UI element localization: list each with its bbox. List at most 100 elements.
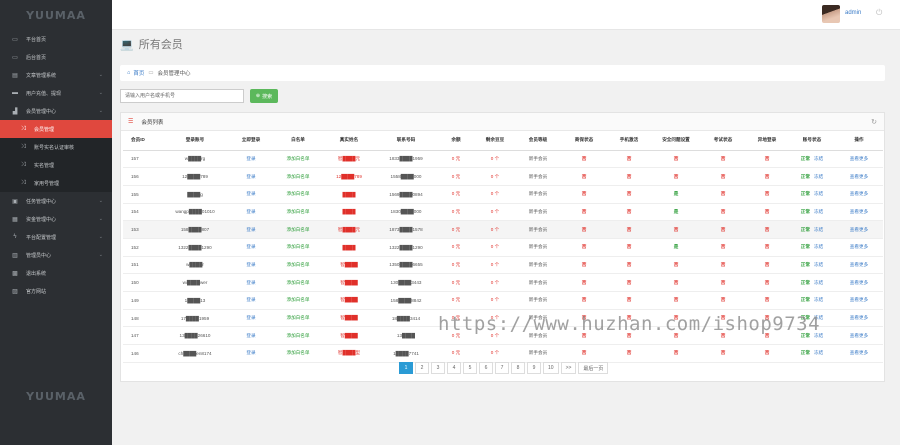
- login-link[interactable]: 登录: [246, 227, 255, 232]
- freeze-link[interactable]: 冻结: [814, 156, 823, 161]
- page-button[interactable]: 9: [527, 362, 541, 374]
- exam-value: 否: [720, 261, 726, 267]
- login-link[interactable]: 登录: [246, 156, 255, 161]
- search-button[interactable]: ⊕ 搜索: [250, 89, 278, 103]
- sidebar-item[interactable]: ▤ 文章管理系统 ⌄: [0, 66, 112, 84]
- login-link[interactable]: 登录: [246, 297, 255, 302]
- view-more-link[interactable]: 查看更多: [850, 227, 868, 232]
- login-link[interactable]: 登录: [246, 209, 255, 214]
- view-more-link[interactable]: 查看更多: [850, 350, 868, 355]
- safe-value: 是: [673, 191, 679, 197]
- sidebar-item[interactable]: ⤨ 实名管理: [0, 156, 112, 174]
- search-input[interactable]: [120, 89, 244, 103]
- page-button[interactable]: 6: [479, 362, 493, 374]
- login-link[interactable]: 登录: [246, 191, 255, 196]
- page-button[interactable]: 8: [511, 362, 525, 374]
- add-whitelist-link[interactable]: 添加白名单: [287, 350, 310, 355]
- cell-mobile: 否: [607, 256, 651, 275]
- cell-balance: 0 元: [437, 150, 475, 169]
- add-whitelist-link[interactable]: 添加白名单: [287, 280, 310, 285]
- refresh-icon[interactable]: ↻: [871, 118, 877, 126]
- freeze-link[interactable]: 冻结: [814, 350, 823, 355]
- view-more-link[interactable]: 查看更多: [850, 209, 868, 214]
- sidebar-item[interactable]: ▭ 后台首页: [0, 48, 112, 66]
- breadcrumb-home-link[interactable]: 首页: [133, 69, 144, 77]
- add-whitelist-link[interactable]: 添加白名单: [287, 262, 310, 267]
- view-more-link[interactable]: 查看更多: [850, 315, 868, 320]
- view-more-link[interactable]: 查看更多: [850, 280, 868, 285]
- login-link[interactable]: 登录: [246, 244, 255, 249]
- sidebar-item[interactable]: ⤨ 账号实名认证审核: [0, 138, 112, 156]
- avatar[interactable]: [822, 5, 840, 23]
- page-button[interactable]: 7: [495, 362, 509, 374]
- sidebar-item[interactable]: ▩ 退出系统: [0, 264, 112, 282]
- cell-white: 添加白名单: [273, 150, 323, 169]
- view-more-link[interactable]: 查看更多: [850, 297, 868, 302]
- freeze-link[interactable]: 冻结: [814, 191, 823, 196]
- add-whitelist-link[interactable]: 添加白名单: [287, 244, 310, 249]
- sidebar-item[interactable]: ▬ 用户充值、提现 ⌄: [0, 84, 112, 102]
- column-header: 异地登录: [745, 131, 789, 151]
- login-link[interactable]: 登录: [246, 315, 255, 320]
- view-more-link[interactable]: 查看更多: [850, 174, 868, 179]
- page-button[interactable]: 3: [431, 362, 445, 374]
- level-value: 新手会员: [528, 173, 548, 179]
- add-whitelist-link[interactable]: 添加白名单: [287, 333, 310, 338]
- cell-exam: 否: [701, 344, 745, 363]
- freeze-link[interactable]: 冻结: [814, 280, 823, 285]
- view-more-link[interactable]: 查看更多: [850, 333, 868, 338]
- name-value: 智████: [340, 332, 358, 338]
- freeze-link[interactable]: 冻结: [814, 174, 823, 179]
- page-button[interactable]: 2: [415, 362, 429, 374]
- exam-value: 否: [720, 155, 726, 161]
- add-whitelist-link[interactable]: 添加白名单: [287, 209, 310, 214]
- page-button[interactable]: 最后一页: [578, 362, 609, 374]
- sidebar-item[interactable]: ▥ 管理员中心 ⌄: [0, 246, 112, 264]
- search-icon: ⊕: [255, 93, 261, 99]
- sidebar-item[interactable]: ϟ 平台配置管理 ⌄: [0, 228, 112, 246]
- sidebar-item[interactable]: ⤨ 会员管理: [0, 120, 112, 138]
- cell-beans: 0 个: [475, 291, 515, 310]
- login-link[interactable]: 登录: [246, 174, 255, 179]
- name-value: 智████: [340, 315, 358, 321]
- add-whitelist-link[interactable]: 添加白名单: [287, 191, 310, 196]
- login-link[interactable]: 登录: [246, 350, 255, 355]
- freeze-link[interactable]: 冻结: [814, 262, 823, 267]
- sidebar-item[interactable]: ▣ 任务管理中心 ⌄: [0, 192, 112, 210]
- page-button[interactable]: >>: [560, 362, 577, 374]
- add-whitelist-link[interactable]: 添加白名单: [287, 156, 310, 161]
- admin-name-link[interactable]: admin: [845, 10, 861, 16]
- cell-op: 查看更多: [835, 291, 883, 310]
- page-button[interactable]: 4: [447, 362, 461, 374]
- sidebar-item[interactable]: ▨ 官方网站: [0, 282, 112, 300]
- page-button[interactable]: 10: [543, 362, 559, 374]
- freeze-link[interactable]: 冻结: [814, 244, 823, 249]
- chevron-down-icon: ⌄: [98, 252, 103, 258]
- sidebar-item[interactable]: ▭ 平台首页: [0, 30, 112, 48]
- login-link[interactable]: 登录: [246, 262, 255, 267]
- add-whitelist-link[interactable]: 添加白名单: [287, 227, 310, 232]
- view-more-link[interactable]: 查看更多: [850, 244, 868, 249]
- insure-value: 否: [581, 226, 587, 232]
- chevron-down-icon: ⌄: [98, 216, 103, 222]
- cell-safe: 否: [651, 256, 701, 275]
- freeze-link[interactable]: 冻结: [814, 297, 823, 302]
- sidebar-item[interactable]: ⤨ 家用号管理: [0, 174, 112, 192]
- page-button[interactable]: 1: [399, 362, 413, 374]
- sidebar-item-label: 会员管理: [34, 126, 55, 133]
- power-icon[interactable]: ⏻: [876, 8, 882, 18]
- sidebar-item[interactable]: ▟ 会员管理中心 ⌄: [0, 102, 112, 120]
- login-link[interactable]: 登录: [246, 280, 255, 285]
- login-link[interactable]: 登录: [246, 333, 255, 338]
- add-whitelist-link[interactable]: 添加白名单: [287, 315, 310, 320]
- view-more-link[interactable]: 查看更多: [850, 262, 868, 267]
- sidebar-item[interactable]: ▦ 资金管理中心 ⌄: [0, 210, 112, 228]
- add-whitelist-link[interactable]: 添加白名单: [287, 297, 310, 302]
- freeze-link[interactable]: 冻结: [814, 227, 823, 232]
- page-button[interactable]: 5: [463, 362, 477, 374]
- view-more-link[interactable]: 查看更多: [850, 191, 868, 196]
- add-whitelist-link[interactable]: 添加白名单: [287, 174, 310, 179]
- freeze-link[interactable]: 冻结: [814, 209, 823, 214]
- view-more-link[interactable]: 查看更多: [850, 156, 868, 161]
- cell-op: 查看更多: [835, 344, 883, 363]
